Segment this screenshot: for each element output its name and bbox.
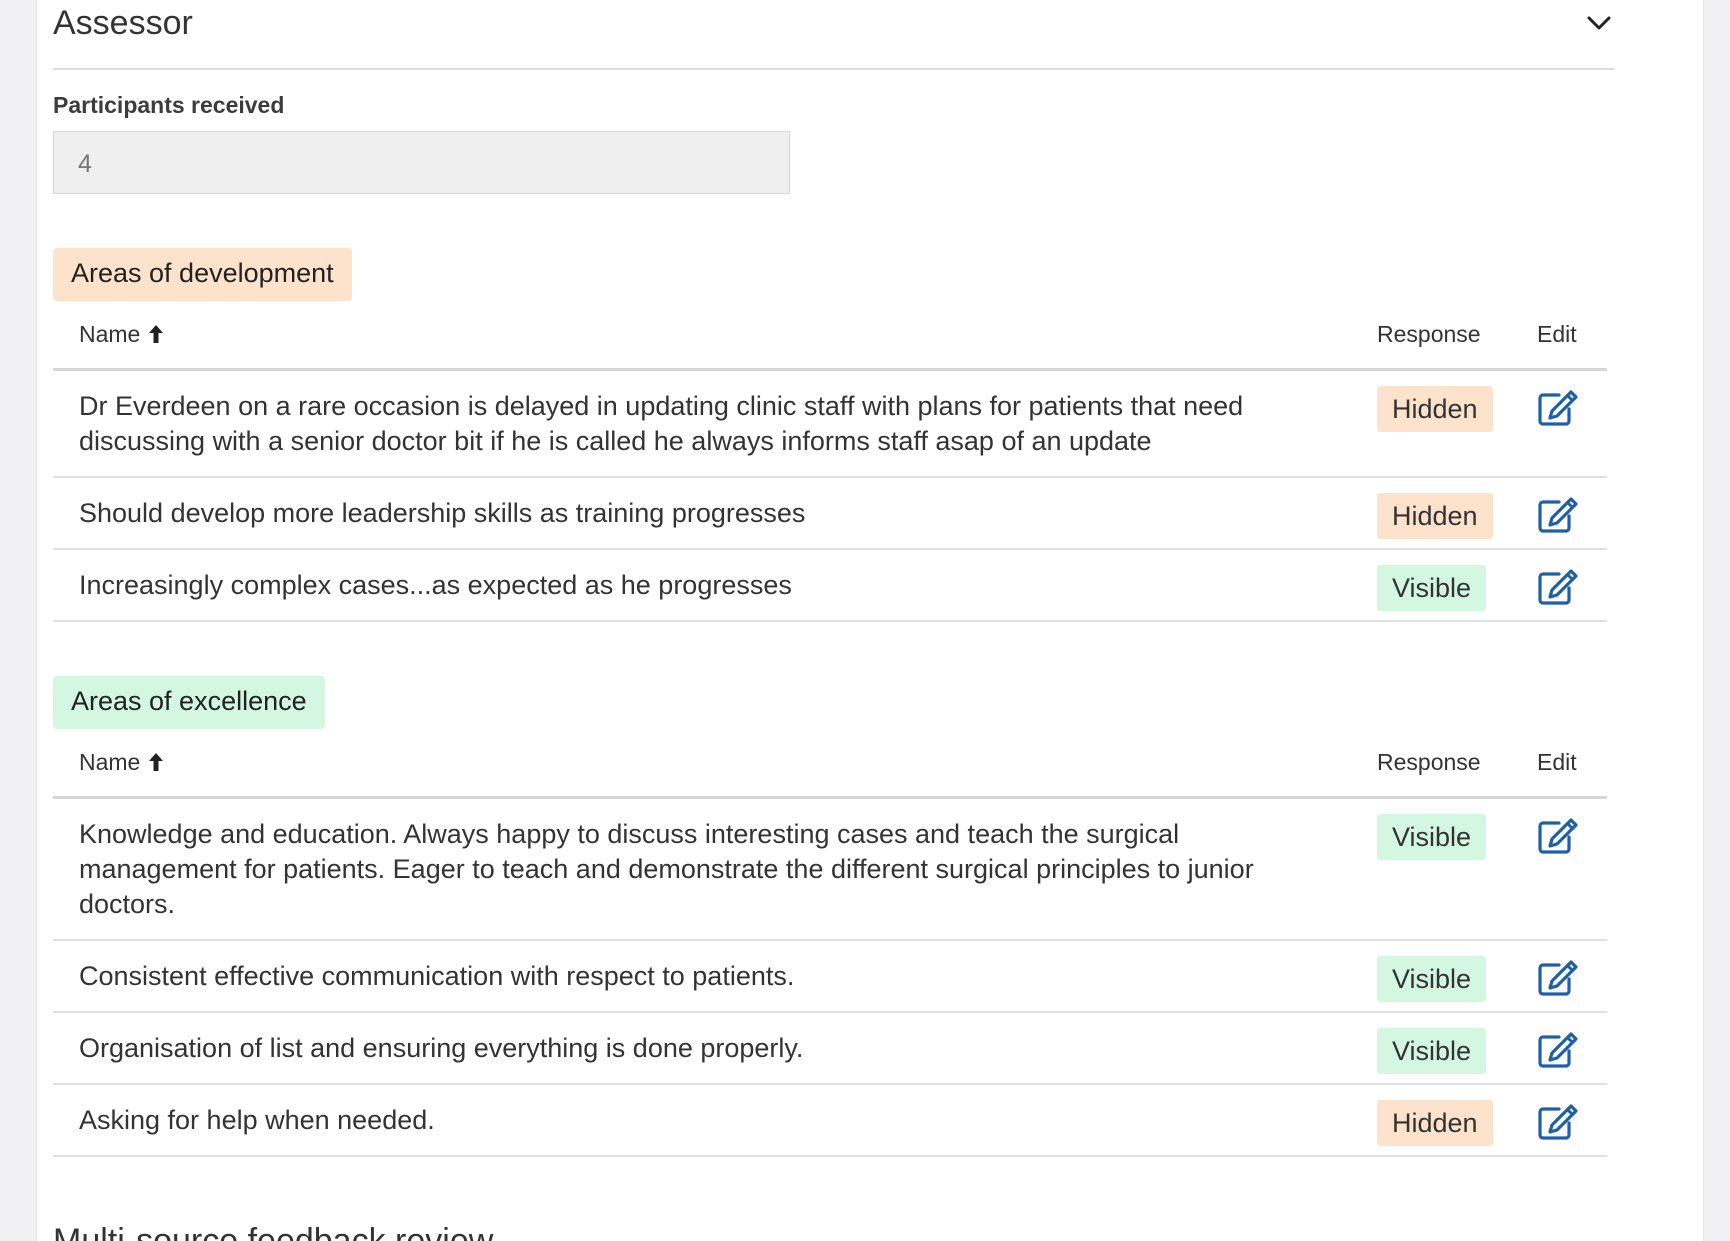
edit-column-header: Edit: [1537, 321, 1577, 347]
table-header: Name Response Edit: [53, 729, 1607, 799]
row-text: Consistent effective communication with …: [79, 961, 795, 991]
edit-icon[interactable]: [1537, 1103, 1579, 1141]
response-badge: Hidden: [1377, 386, 1493, 432]
excellence-section: Areas of excellence Name Response Edit K…: [53, 676, 1607, 1157]
table-row: Dr Everdeen on a rare occasion is delaye…: [53, 371, 1607, 478]
response-badge: Visible: [1377, 1028, 1487, 1074]
row-text: Should develop more leadership skills as…: [79, 498, 806, 528]
table-row: Asking for help when needed. Hidden: [53, 1085, 1607, 1157]
section-title: Assessor: [53, 4, 193, 42]
name-column-header[interactable]: Name: [79, 321, 164, 348]
name-column-header[interactable]: Name: [79, 749, 164, 776]
response-badge: Visible: [1377, 814, 1487, 860]
edit-icon[interactable]: [1537, 959, 1579, 997]
row-text: Knowledge and education. Always happy to…: [79, 819, 1254, 919]
table-row: Consistent effective communication with …: [53, 941, 1607, 1013]
edit-icon[interactable]: [1537, 817, 1579, 855]
row-text: Dr Everdeen on a rare occasion is delaye…: [79, 391, 1244, 456]
edit-icon[interactable]: [1537, 568, 1579, 606]
arrow-up-icon: [149, 753, 164, 771]
development-tag: Areas of development: [53, 248, 352, 301]
response-column-header: Response: [1377, 749, 1481, 775]
response-badge: Visible: [1377, 565, 1487, 611]
edit-icon[interactable]: [1537, 1031, 1579, 1069]
row-text: Asking for help when needed.: [79, 1105, 435, 1135]
next-section-title[interactable]: Multi-source feedback review: [53, 1222, 493, 1241]
chevron-down-icon[interactable]: [1584, 8, 1614, 38]
excellence-tag: Areas of excellence: [53, 676, 325, 729]
participants-field: 4: [53, 131, 790, 194]
table-row: Should develop more leadership skills as…: [53, 478, 1607, 550]
row-text: Increasingly complex cases...as expected…: [79, 570, 792, 600]
edit-icon[interactable]: [1537, 389, 1579, 427]
response-badge: Hidden: [1377, 493, 1493, 539]
development-section: Areas of development Name Response Edit …: [53, 248, 1607, 622]
table-row: Organisation of list and ensuring everyt…: [53, 1013, 1607, 1085]
edit-icon[interactable]: [1537, 496, 1579, 534]
response-badge: Hidden: [1377, 1100, 1493, 1146]
table-row: Increasingly complex cases...as expected…: [53, 550, 1607, 622]
excellence-rows: Knowledge and education. Always happy to…: [53, 799, 1607, 1157]
section-header-assessor[interactable]: Assessor: [53, 0, 1614, 70]
edit-column-header: Edit: [1537, 749, 1577, 775]
participants-label: Participants received: [53, 92, 285, 118]
development-rows: Dr Everdeen on a rare occasion is delaye…: [53, 371, 1607, 622]
arrow-up-icon: [149, 325, 164, 343]
row-text: Organisation of list and ensuring everyt…: [79, 1033, 804, 1063]
table-header: Name Response Edit: [53, 301, 1607, 371]
response-column-header: Response: [1377, 321, 1481, 347]
table-row: Knowledge and education. Always happy to…: [53, 799, 1607, 941]
response-badge: Visible: [1377, 956, 1487, 1002]
